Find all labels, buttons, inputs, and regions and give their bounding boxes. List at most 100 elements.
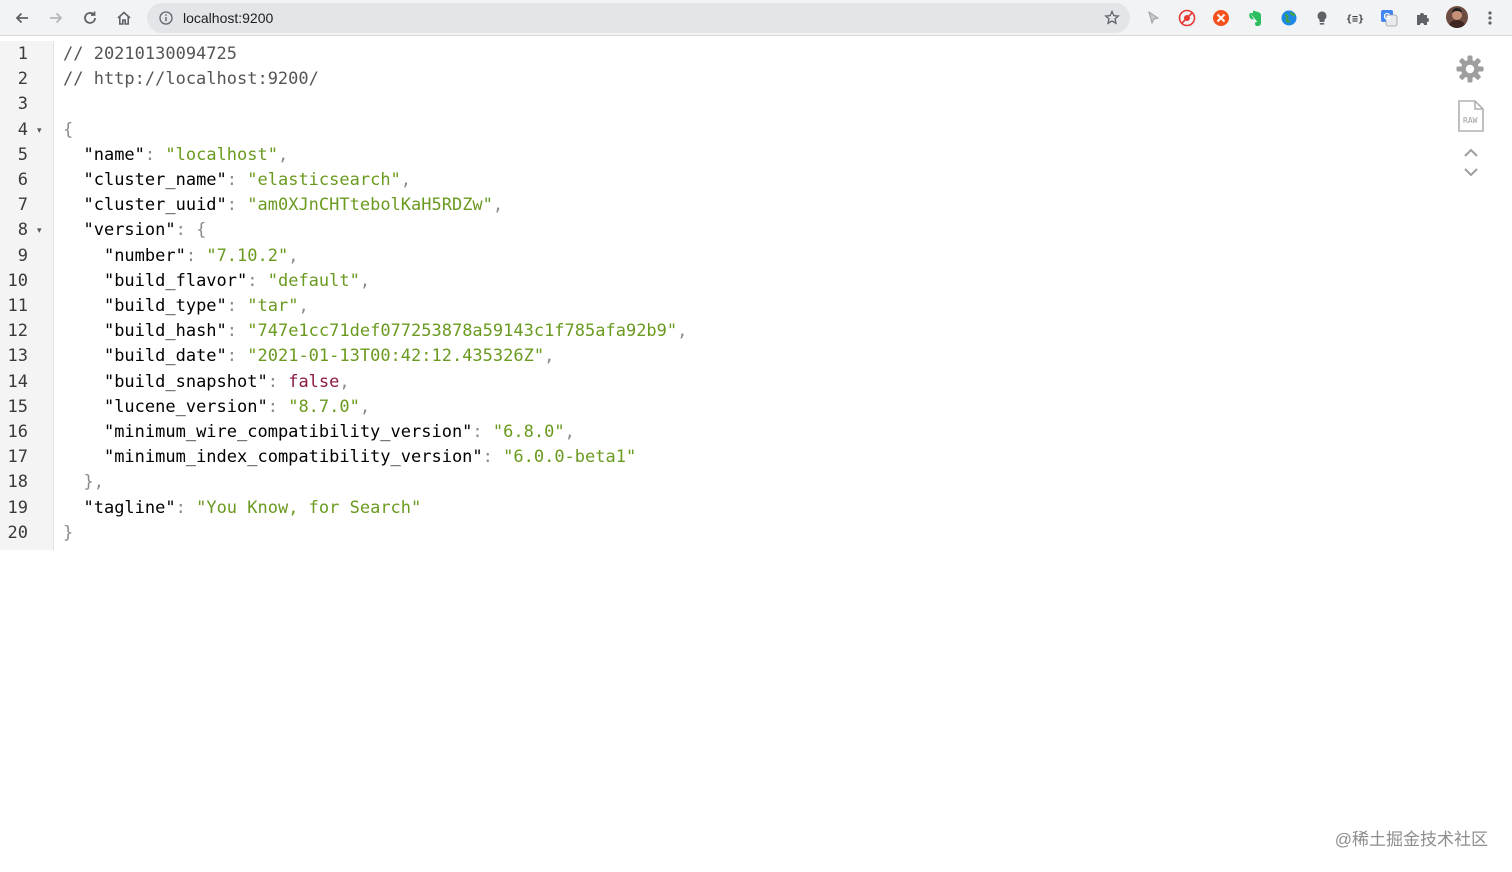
expand-all-button[interactable]	[1462, 146, 1480, 164]
line-number: 19	[7, 497, 28, 518]
line-number: 13	[7, 346, 28, 367]
settings-button[interactable]	[1455, 54, 1485, 89]
json-line-cluster-uuid: "cluster_uuid": "am0XJnCHTtebolKaH5RDZw"…	[83, 195, 504, 216]
bulb-extension-icon	[1317, 11, 1327, 25]
json-key: "build_date"	[103, 346, 227, 367]
json-line-build-type: "build_type": "tar",	[103, 296, 309, 316]
gear-icon	[1456, 55, 1484, 83]
root-close-brace: }	[63, 522, 74, 543]
back-button[interactable]	[8, 4, 36, 32]
line-number: 6	[17, 170, 28, 190]
browser-toolbar: localhost:9200 {≡} G	[0, 0, 1512, 36]
root-open-brace: {	[63, 119, 74, 140]
svg-text:{≡}: {≡}	[1346, 14, 1364, 25]
line-number: 12	[7, 321, 28, 342]
block-extension[interactable]	[1177, 8, 1197, 28]
json-line-build-date: "build_date": "2021-01-13T00:42:12.43532…	[103, 346, 555, 367]
json-line-name: "name": "localhost",	[83, 144, 289, 165]
json-string-value: "8.7.0"	[288, 396, 360, 417]
extensions-button[interactable]	[1413, 8, 1433, 28]
browser-menu-button[interactable]	[1480, 8, 1500, 28]
svg-text:G: G	[1384, 12, 1391, 22]
json-line-build-hash: "build_hash": "747e1cc71def077253878a591…	[103, 321, 688, 342]
version-open-brace: {	[196, 220, 207, 241]
line-number: 17	[7, 447, 28, 468]
orange-extension[interactable]	[1211, 8, 1231, 28]
fold-toggle-version[interactable]: ▾	[37, 218, 42, 243]
line-number: 1	[17, 44, 28, 64]
json-boolean-value: false	[288, 371, 340, 392]
bulb-extension[interactable]	[1312, 8, 1332, 28]
chevron-down-icon	[1464, 168, 1478, 177]
kebab-menu-icon	[1488, 11, 1492, 25]
json-extension[interactable]: {≡}	[1345, 8, 1365, 28]
json-key: "minimum_index_compatibility_version"	[103, 447, 483, 468]
forward-button[interactable]	[42, 4, 70, 32]
json-string-value: "2021-01-13T00:42:12.435326Z"	[247, 346, 545, 367]
line-number: 20	[7, 522, 28, 543]
json-line-min-index: "minimum_index_compatibility_version": "…	[103, 447, 637, 468]
reload-icon	[84, 11, 96, 24]
json-key: "version"	[83, 220, 176, 241]
watermark: @稀土掘金技术社区	[1334, 830, 1488, 849]
json-string-value: "tar"	[247, 296, 299, 316]
json-viewer: 1 2 3 4 5 6 7 8 9 10 11 12 13 14 15 16 1…	[0, 37, 1512, 872]
home-icon	[117, 11, 131, 25]
line-number: 11	[7, 296, 28, 316]
json-key: "build_flavor"	[103, 270, 248, 291]
line-number: 4	[17, 119, 28, 140]
line-number: 3	[17, 94, 28, 115]
home-button[interactable]	[110, 4, 138, 32]
json-string-value: "6.0.0-beta1"	[503, 447, 637, 468]
line-number: 15	[7, 396, 28, 417]
json-key: "name"	[83, 144, 145, 165]
globe-extension-icon	[1281, 10, 1297, 26]
block-extension-icon	[1178, 9, 1196, 27]
json-line-tagline: "tagline": "You Know, for Search"	[83, 497, 422, 518]
json-line-number: "number": "7.10.2",	[103, 245, 299, 266]
cursor-extension-icon	[1148, 10, 1160, 25]
line-number: 18	[7, 472, 28, 493]
raw-label: RAW	[1463, 116, 1478, 125]
evernote-extension-icon	[1249, 10, 1261, 26]
line-number: 5	[17, 144, 28, 165]
cursor-extension[interactable]	[1143, 8, 1163, 28]
line-number: 2	[17, 69, 28, 90]
version-close-brace: },	[83, 472, 104, 493]
json-key: "build_hash"	[103, 321, 227, 342]
line-number: 10	[7, 270, 28, 291]
json-extension-icon: {≡}	[1346, 14, 1364, 25]
line-number: 14	[7, 371, 28, 392]
info-icon[interactable]	[159, 11, 173, 25]
globe-extension[interactable]	[1279, 8, 1299, 28]
url-text[interactable]: localhost:9200	[183, 3, 273, 33]
line-number: 7	[17, 195, 28, 216]
json-string-value: "6.8.0"	[492, 422, 565, 442]
avatar[interactable]	[1446, 6, 1468, 28]
json-key: "build_type"	[103, 296, 227, 316]
json-string-value: "elasticsearch"	[247, 170, 401, 190]
address-bar[interactable]: localhost:9200	[147, 3, 1130, 33]
raw-view-button[interactable]: RAW	[1457, 99, 1485, 138]
comment-url: // http://localhost:9200/	[63, 69, 319, 90]
json-string-value: "default"	[267, 270, 360, 291]
json-line-build-snapshot: "build_snapshot": false,	[103, 371, 350, 392]
json-string-value: "7.10.2"	[206, 245, 289, 266]
json-key: "cluster_name"	[83, 170, 227, 190]
json-string-value: "localhost"	[165, 144, 278, 165]
json-string-value: "You Know, for Search"	[196, 497, 422, 518]
evernote-extension[interactable]	[1245, 8, 1265, 28]
star-icon[interactable]	[1104, 10, 1120, 26]
forward-icon	[50, 12, 63, 24]
orange-extension-icon	[1213, 10, 1229, 26]
puzzle-extension-icon	[1417, 13, 1429, 25]
json-key: "lucene_version"	[103, 396, 268, 417]
translate-extension[interactable]: G	[1379, 8, 1399, 28]
chevron-up-icon	[1464, 148, 1478, 157]
collapse-all-button[interactable]	[1462, 165, 1480, 183]
reload-button[interactable]	[76, 4, 104, 32]
line-number: 8	[17, 220, 28, 241]
json-line-version-close: },	[63, 470, 104, 495]
fold-toggle-root[interactable]: ▾	[37, 118, 42, 143]
json-line-min-wire: "minimum_wire_compatibility_version": "6…	[103, 422, 575, 442]
